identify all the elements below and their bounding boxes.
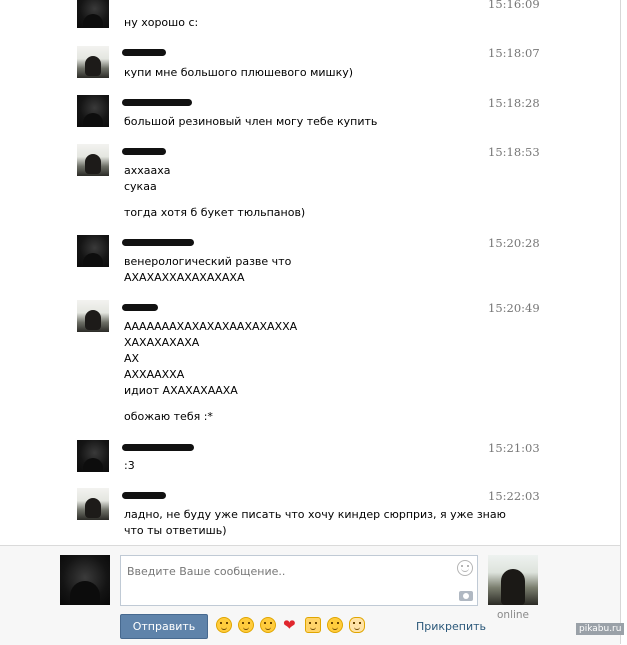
avatar[interactable]: [77, 440, 109, 472]
crying-face-icon[interactable]: [238, 617, 254, 633]
message-time: 15:20:28: [488, 236, 540, 250]
message-text: что ты ответишь): [124, 524, 227, 537]
send-button[interactable]: Отправить: [120, 614, 208, 639]
message-text: обожаю тебя :*: [124, 410, 213, 423]
avatar[interactable]: [77, 46, 109, 78]
peer-avatar[interactable]: [488, 555, 538, 605]
message-time: 15:21:03: [488, 441, 540, 455]
message-time: 15:18:07: [488, 46, 540, 60]
peer-status: online: [496, 609, 530, 621]
attach-link[interactable]: Прикрепить: [416, 620, 486, 633]
avatar[interactable]: [77, 144, 109, 176]
camera-icon[interactable]: [459, 591, 473, 601]
redacted-sender-name: [122, 148, 166, 155]
message-text: АХ: [124, 352, 140, 365]
message-time: 15:20:49: [488, 301, 540, 315]
avatar[interactable]: [77, 235, 109, 267]
kissing-face-icon[interactable]: [216, 617, 232, 633]
message-time: 15:16:09: [488, 0, 540, 11]
thumbs-up-icon[interactable]: [305, 617, 321, 633]
message-input-box[interactable]: [120, 555, 478, 606]
smiley-icon[interactable]: [457, 560, 473, 576]
message: 15:16:09 ну хорошо с:: [0, 0, 620, 40]
message-text: идиот АХАХАХААХА: [124, 384, 238, 397]
message-history[interactable]: 15:16:09 ну хорошо с: 15:18:07 купи мне …: [0, 0, 620, 545]
redacted-sender-name: [122, 492, 166, 499]
redacted-sender-name: [122, 49, 166, 56]
message-time: 15:22:03: [488, 489, 540, 503]
ok-hand-icon[interactable]: [349, 617, 365, 633]
redacted-sender-name: [122, 444, 194, 451]
redacted-sender-name: [122, 304, 158, 311]
message-text: ладно, не буду уже писать что хочу кинде…: [124, 508, 506, 521]
message-text: :3: [124, 459, 135, 472]
message-time: 15:18:28: [488, 96, 540, 110]
message-text: большой резиновый член могу тебе купить: [124, 115, 378, 128]
kissing-closed-eyes-icon[interactable]: [260, 617, 276, 633]
message-text: сукаа: [124, 180, 157, 193]
message-input[interactable]: [121, 556, 457, 582]
message-text: АААААААХАХАХАХААХАХАХХА: [124, 320, 298, 333]
message-text: купи мне большого плюшевого мишку): [124, 66, 354, 79]
avatar[interactable]: [77, 488, 109, 520]
redacted-sender-name: [122, 99, 192, 106]
watermark: pikabu.ru: [576, 623, 625, 635]
message-text: ну хорошо с:: [124, 16, 199, 29]
my-avatar[interactable]: [60, 555, 110, 605]
message-text: тогда хотя б букет тюльпанов): [124, 206, 306, 219]
message-text: аххааха: [124, 164, 171, 177]
smile-icon[interactable]: [327, 617, 343, 633]
avatar[interactable]: [77, 95, 109, 127]
right-border: [620, 0, 621, 644]
message-text: ХАХАХАХАХА: [124, 336, 200, 349]
message-time: 15:18:53: [488, 145, 540, 159]
heart-icon[interactable]: [283, 617, 299, 633]
message-text: венерологический разве что: [124, 255, 292, 268]
message-text: АХХААХХА: [124, 368, 185, 381]
avatar[interactable]: [77, 0, 109, 28]
avatar[interactable]: [77, 300, 109, 332]
redacted-sender-name: [122, 239, 194, 246]
message-composer: online Отправить Прикрепить: [0, 545, 620, 645]
message-text: АХАХАХХАХАХАХАХА: [124, 271, 245, 284]
